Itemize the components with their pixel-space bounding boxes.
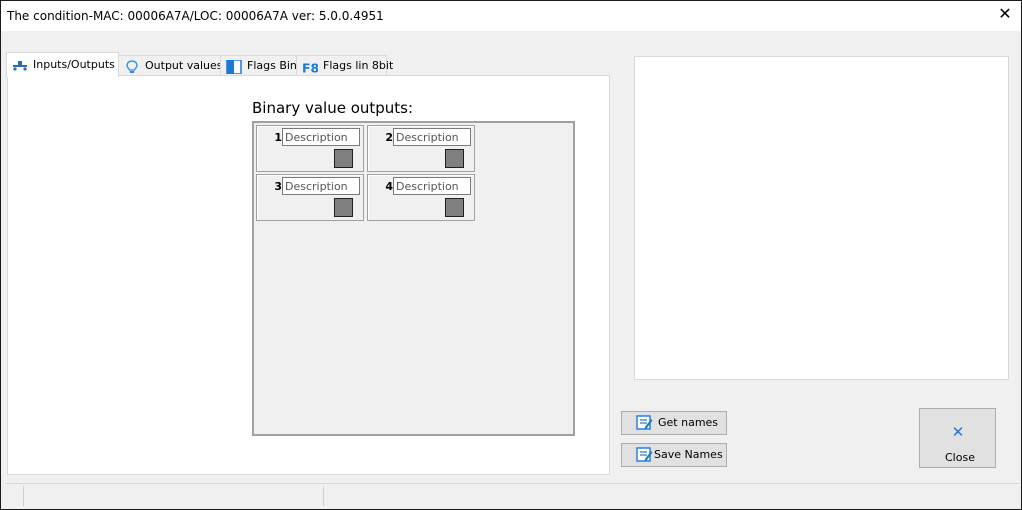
get-names-label: Get names (658, 416, 719, 429)
output-number: 4 (385, 180, 393, 193)
edit-list-icon (636, 415, 653, 430)
status-pane-2 (24, 486, 324, 506)
tab-output-values[interactable]: Output values (118, 55, 223, 76)
output-description-input[interactable] (282, 177, 360, 195)
names-panel (634, 56, 1009, 380)
output-state-indicator[interactable] (334, 149, 353, 168)
window-title: The condition-MAC: 00006A7A/LOC: 00006A7… (7, 9, 384, 23)
output-state-indicator[interactable] (334, 198, 353, 217)
app-window: The condition-MAC: 00006A7A/LOC: 00006A7… (0, 0, 1022, 510)
output-cell-3: 3 (256, 174, 364, 221)
tab-label: Flags lin 8bit (323, 59, 394, 72)
tab-inputs-outputs[interactable]: Inputs/Outputs (6, 52, 119, 77)
binary-outputs-panel: 1 2 3 4 (252, 121, 575, 436)
edit-list-icon (636, 447, 653, 462)
output-number: 3 (274, 180, 282, 193)
output-cell-1: 1 (256, 125, 364, 172)
output-state-indicator[interactable] (445, 149, 464, 168)
flags-bin-icon (226, 60, 242, 74)
inputs-outputs-page: Binary value outputs: 1 2 3 4 (7, 75, 610, 475)
save-names-button[interactable]: Save Names (621, 443, 727, 467)
tab-label: Output values (145, 59, 223, 72)
status-pane-1 (5, 486, 24, 506)
close-icon: ✕ (951, 423, 965, 441)
section-title: Binary value outputs: (252, 99, 414, 117)
output-description-input[interactable] (393, 177, 471, 195)
get-names-button[interactable]: Get names (621, 411, 727, 435)
output-state-indicator[interactable] (445, 198, 464, 217)
svg-text:F8: F8 (302, 60, 318, 74)
tab-flags-bin[interactable]: Flags Bin (220, 55, 297, 76)
io-icon (13, 61, 27, 71)
title-bar: The condition-MAC: 00006A7A/LOC: 00006A7… (1, 1, 1021, 31)
window-close-icon[interactable]: ✕ (997, 6, 1013, 22)
tab-label: Flags Bin (247, 59, 297, 72)
output-number: 1 (274, 131, 282, 144)
output-cell-2: 2 (367, 125, 475, 172)
lightbulb-icon (126, 60, 138, 73)
close-label: Close (945, 451, 975, 464)
tab-label: Inputs/Outputs (33, 58, 115, 71)
tab-flags-lin-8bit[interactable]: F8 Flags lin 8bit (296, 55, 393, 76)
status-bar (5, 483, 1019, 508)
output-number: 2 (385, 131, 393, 144)
output-cell-4: 4 (367, 174, 475, 221)
close-button[interactable]: ✕ Close (919, 408, 996, 468)
save-names-label: Save Names (654, 448, 723, 461)
output-description-input[interactable] (393, 128, 471, 146)
output-description-input[interactable] (282, 128, 360, 146)
f8-icon: F8 (302, 60, 318, 74)
